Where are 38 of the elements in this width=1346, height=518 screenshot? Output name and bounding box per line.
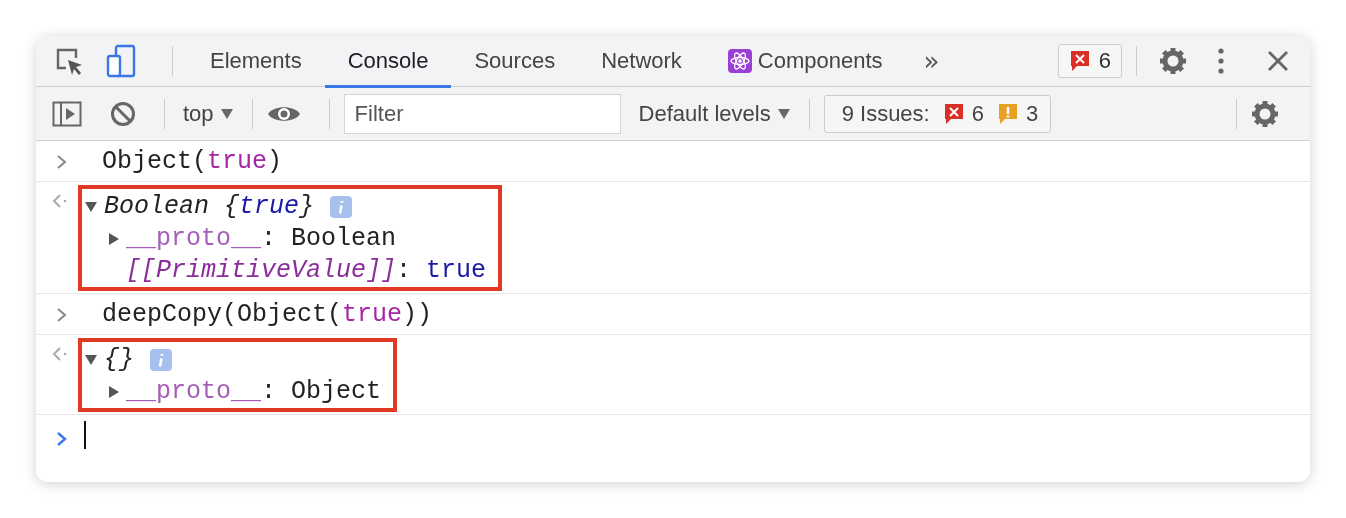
- more-options-icon[interactable]: [1217, 47, 1225, 75]
- device-toolbar-icon[interactable]: [106, 44, 136, 78]
- code-text: __proto__: Object: [126, 376, 382, 408]
- collapsed-triangle-icon[interactable]: [108, 385, 120, 399]
- code-text: [[PrimitiveValue]]: true: [126, 255, 487, 287]
- warning-icon: [996, 101, 1019, 126]
- context-dropdown[interactable]: top: [179, 100, 238, 127]
- text-cursor: [84, 421, 86, 449]
- code-text: deepCopy(Object(true)): [102, 299, 433, 331]
- expanded-triangle-icon[interactable]: [84, 354, 98, 366]
- tab[interactable]: Network: [578, 37, 705, 88]
- settings-icon[interactable]: [1159, 47, 1187, 75]
- sidebar-icon[interactable]: [52, 100, 82, 127]
- tab[interactable]: Sources: [451, 37, 579, 88]
- levels-dropdown[interactable]: Default levels: [634, 100, 795, 127]
- tab[interactable]: Components: [704, 37, 906, 88]
- result-arrow-icon: [52, 345, 68, 363]
- filter-field[interactable]: Filter: [343, 93, 621, 134]
- console-settings-icon[interactable]: [1251, 99, 1279, 128]
- expanded-triangle-icon[interactable]: [84, 201, 98, 213]
- code-text: __proto__: Boolean: [126, 223, 397, 255]
- more-tabs-button[interactable]: »: [905, 46, 958, 76]
- caret-icon: [219, 107, 234, 120]
- error-icon: [942, 101, 965, 126]
- error-count-button[interactable]: 6: [1057, 44, 1122, 78]
- code-text: Object(true): [102, 146, 283, 178]
- error-icon: [1068, 49, 1091, 73]
- close-icon[interactable]: [1267, 50, 1289, 72]
- atom-icon: [727, 49, 752, 73]
- inspect-icon[interactable]: [54, 46, 84, 76]
- result-arrow-icon: [52, 192, 68, 210]
- caret-icon: [776, 107, 791, 120]
- issues-button[interactable]: 9 Issues: 6 3: [823, 94, 1052, 133]
- clear-console-icon[interactable]: [110, 100, 136, 127]
- code-text: {}: [104, 344, 134, 376]
- code-text: Boolean {true}: [104, 191, 315, 223]
- tab[interactable]: Elements: [187, 37, 325, 88]
- collapsed-triangle-icon[interactable]: [108, 232, 120, 246]
